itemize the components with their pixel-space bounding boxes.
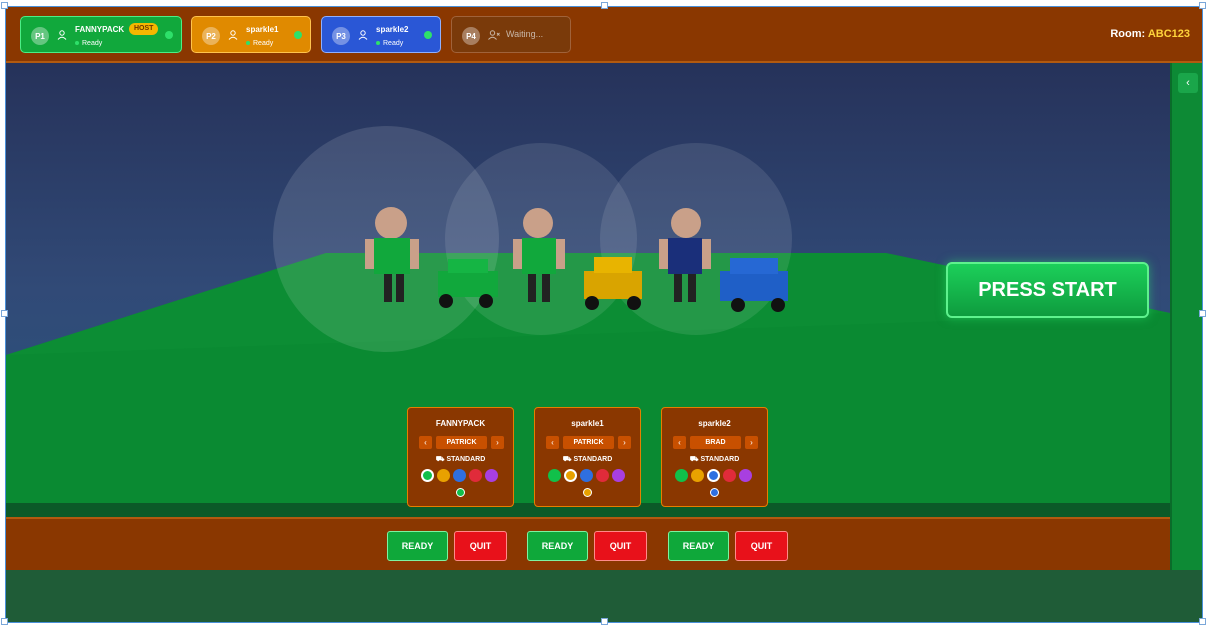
player-name: FANNYPACK [75,25,125,34]
next-character-button[interactable]: › [745,436,758,449]
user-icon [228,30,238,40]
player-status: Ready [246,40,273,47]
selection-player-name: sparkle1 [571,419,604,428]
vehicle-type: ⛟ STANDARD [408,455,513,464]
action-bar: READY QUIT READY QUIT READY QUIT [6,517,1170,570]
status-text: Ready [253,40,274,47]
waiting-label: Waiting... [506,29,544,39]
color-swatch-green[interactable] [548,469,561,482]
press-start-button[interactable]: PRESS START [946,262,1149,318]
resize-handle-br[interactable] [1199,618,1206,625]
color-swatches [548,469,625,482]
status-dot [246,41,250,46]
selected-color-indicator [710,488,719,497]
color-swatches [675,469,752,482]
quit-button-p2[interactable]: QUIT [594,531,647,561]
player-card-p1[interactable]: P1 FANNYPACK HOST Ready [20,16,182,53]
car-icon: ⛟ [689,456,699,463]
room-label: Room: [1110,28,1146,40]
resize-handle-tr[interactable] [1199,2,1206,9]
online-indicator [165,31,173,39]
color-swatch-red[interactable] [596,469,609,482]
color-swatch-yellow[interactable] [691,469,704,482]
player-slot-badge: P3 [332,27,350,45]
vehicle-label: STANDARD [573,456,613,463]
player-card-p3[interactable]: P3 sparkle2 Ready [321,16,441,53]
color-swatch-red[interactable] [469,469,482,482]
prev-character-button[interactable]: ‹ [546,436,559,449]
vehicle-label: STANDARD [446,456,486,463]
resize-handle-left[interactable] [1,310,8,317]
selection-card-2: sparkle1 ‹ PATRICK › ⛟ STANDARD [534,407,641,507]
color-swatch-purple[interactable] [739,469,752,482]
quit-button-p1[interactable]: QUIT [454,531,507,561]
color-swatch-yellow[interactable] [564,469,577,482]
player-card-p4[interactable]: P4 Waiting... [451,16,571,53]
player-card-p2[interactable]: P2 sparkle1 Ready [191,16,311,53]
player-slot-badge: P2 [202,27,220,45]
color-swatch-blue[interactable] [453,469,466,482]
add-user-icon [488,30,500,40]
color-swatch-blue[interactable] [580,469,593,482]
color-swatch-purple[interactable] [612,469,625,482]
selection-card-1: FANNYPACK ‹ PATRICK › ⛟ STANDARD [407,407,514,507]
color-swatch-blue[interactable] [707,469,720,482]
ready-button-p3[interactable]: READY [668,531,729,561]
player-slot-badge: P4 [462,27,480,45]
user-icon [57,30,67,40]
online-indicator [294,31,302,39]
color-swatch-purple[interactable] [485,469,498,482]
player-name: sparkle2 [376,25,409,34]
color-swatch-green[interactable] [675,469,688,482]
status-text: Ready [383,40,404,47]
resize-handle-bottom[interactable] [601,618,608,625]
status-dot [75,41,79,46]
vehicle-type: ⛟ STANDARD [535,455,640,464]
color-swatch-red[interactable] [723,469,736,482]
character-name: PATRICK [436,436,487,449]
player-bar: P1 FANNYPACK HOST Ready P2 sparkle1 Read… [6,7,1202,63]
room-code: Room: ABC123 [1110,28,1190,40]
car-icon: ⛟ [562,456,572,463]
ready-button-p2[interactable]: READY [527,531,588,561]
player-status: Ready [75,40,102,47]
vehicle-label: STANDARD [700,456,740,463]
resize-handle-top[interactable] [601,2,608,9]
character-name: PATRICK [563,436,614,449]
selected-color-indicator [583,488,592,497]
ready-button-p1[interactable]: READY [387,531,448,561]
selection-player-name: FANNYPACK [435,419,486,428]
status-dot [376,41,380,46]
prev-character-button[interactable]: ‹ [673,436,686,449]
chevron-left-icon[interactable]: ‹ [1178,73,1198,93]
side-panel: ‹ [1170,63,1202,570]
car-icon: ⛟ [435,456,445,463]
room-code-value: ABC123 [1147,28,1190,40]
prev-character-button[interactable]: ‹ [419,436,432,449]
resize-handle-right[interactable] [1199,310,1206,317]
user-icon [358,30,368,40]
status-text: Ready [82,40,103,47]
host-badge: HOST [129,23,159,35]
quit-button-p3[interactable]: QUIT [735,531,788,561]
bottom-area [6,570,1202,622]
next-character-button[interactable]: › [491,436,504,449]
color-swatch-yellow[interactable] [437,469,450,482]
next-character-button[interactable]: › [618,436,631,449]
color-swatches [421,469,498,482]
selection-card-3: sparkle2 ‹ BRAD › ⛟ STANDARD [661,407,768,507]
selected-color-indicator [456,488,465,497]
color-swatch-green[interactable] [421,469,434,482]
player-slot-badge: P1 [31,27,49,45]
player-status: Ready [376,40,403,47]
vehicle-type: ⛟ STANDARD [662,455,767,464]
character-name: BRAD [690,436,741,449]
online-indicator [424,31,432,39]
selection-player-name: sparkle2 [698,419,731,428]
resize-handle-bl[interactable] [1,618,8,625]
game-frame: P1 FANNYPACK HOST Ready P2 sparkle1 Read… [5,6,1203,623]
player-name: sparkle1 [246,25,279,34]
resize-handle-tl[interactable] [1,2,8,9]
